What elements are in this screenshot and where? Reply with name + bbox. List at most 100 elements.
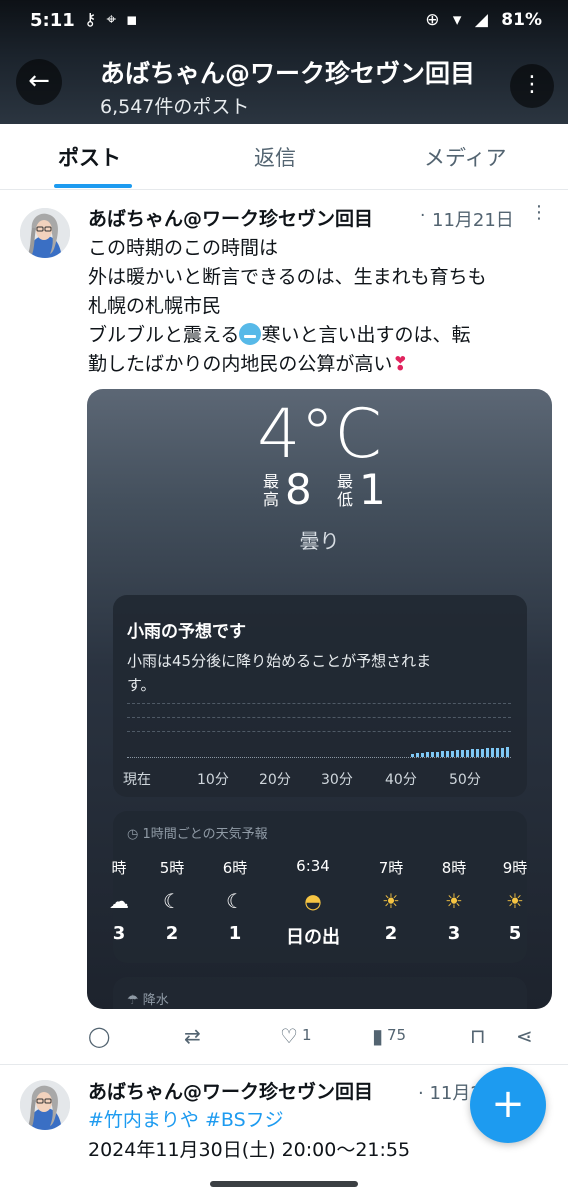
view-count: 75 xyxy=(387,1026,407,1044)
sun-icon: ☀ xyxy=(382,889,400,913)
tweet-line: ブルブルと震える 寒いと言い出すのは、転 xyxy=(88,321,558,350)
share-button[interactable]: ⋖ xyxy=(516,1024,533,1048)
hour-column: 時 ☁ 3 xyxy=(89,857,149,944)
hourly-title-text: 1時間ごとの天気予報 xyxy=(142,827,268,842)
hourly-title: ◷ 1時間ごとの天気予報 xyxy=(127,823,268,842)
more-button[interactable]: ⋮ xyxy=(510,64,554,108)
status-left-icons: ⚷⌖▪ xyxy=(84,10,148,30)
moon-stars-icon: ☾ xyxy=(163,889,181,913)
rain-intensity-bar xyxy=(476,749,479,757)
compose-button[interactable]: + xyxy=(470,1067,546,1143)
tab-indicator xyxy=(54,184,132,188)
tick-label: 現在 xyxy=(123,772,151,788)
sun-cloud-icon: ☀ xyxy=(506,889,524,913)
location-icon: ⌖ xyxy=(106,10,127,30)
tick-label: 30分 xyxy=(321,772,353,788)
views-icon: ▮ xyxy=(372,1024,384,1048)
like-button[interactable]: ♡ 1 xyxy=(280,1024,311,1048)
low-temperature: 1 xyxy=(359,465,386,514)
tweet-date[interactable]: 11月21日 xyxy=(432,206,514,232)
rain-intensity-bar xyxy=(451,751,454,757)
precipitation-title: ☂ 降水 xyxy=(127,989,169,1008)
moon-cloud-icon: ☁ xyxy=(109,889,129,913)
profile-tabs: ポスト 返信 メディア xyxy=(0,124,568,190)
back-button[interactable]: ← xyxy=(16,59,62,105)
rain-intensity-bars xyxy=(411,747,511,757)
rain-description: 小雨は45分後に降り始めることが予想されます。 xyxy=(127,652,432,694)
rain-intensity-bar xyxy=(446,751,449,757)
tweet-text-segment: ブルブルと震える xyxy=(88,324,240,346)
rain-intensity-bar xyxy=(506,747,509,757)
hour-column: 6時 ☾ 1 xyxy=(205,857,265,944)
hour-time: 時 xyxy=(111,859,127,877)
hour-time: 6時 xyxy=(222,859,248,877)
tweet-author[interactable]: あばちゃん@ワーク珍セヴン回目 xyxy=(88,204,373,231)
rain-intensity-bar xyxy=(441,751,444,757)
screen: 5:11 ⚷⌖▪ ⊕ ▾ ◢ 81% ← あばちゃん@ワーク珍セヴン回目 6,5… xyxy=(0,0,568,1199)
hour-time: 7時 xyxy=(378,859,404,877)
hour-value: 日の出 xyxy=(286,927,340,948)
high-temperature: 8 xyxy=(285,465,312,514)
tweet-text-segment: 勤したばかりの内地民の公算が高い xyxy=(88,353,393,375)
hour-value: 3 xyxy=(447,923,461,944)
tweet-more-icon[interactable]: ⋮ xyxy=(530,202,548,223)
rain-intensity-bar xyxy=(456,750,459,757)
rain-intensity-bar xyxy=(416,753,419,757)
grid-line xyxy=(127,703,511,704)
avatar[interactable] xyxy=(20,208,70,258)
profile-header: 5:11 ⚷⌖▪ ⊕ ▾ ◢ 81% ← あばちゃん@ワーク珍セヴン回目 6,5… xyxy=(0,0,568,124)
gesture-bar[interactable] xyxy=(210,1181,358,1187)
tweet-text: 2024年11月30日(土) 20:00〜21:55 xyxy=(88,1139,411,1161)
rain-intensity-bar xyxy=(421,753,424,757)
status-bar: 5:11 ⚷⌖▪ ⊕ ▾ ◢ 81% xyxy=(0,0,568,44)
tweet-divider xyxy=(0,1064,568,1065)
rain-intensity-bar xyxy=(436,752,439,757)
post-count: 6,547件のポスト xyxy=(100,96,250,118)
precipitation-card: ☂ 降水 xyxy=(113,977,527,1009)
hour-time: 9時 xyxy=(502,859,528,877)
rain-intensity-bar xyxy=(411,754,414,757)
tab-media[interactable]: メディア xyxy=(424,142,507,172)
sun-icon: ☀ xyxy=(445,889,463,913)
hour-value: 2 xyxy=(165,923,179,944)
tweet-line: この時期のこの時間は xyxy=(88,237,279,259)
hour-time: 6:34 xyxy=(296,857,330,875)
grid-line xyxy=(127,717,511,718)
avatar[interactable] xyxy=(20,1080,70,1130)
hour-column: 7時 ☀ 2 xyxy=(361,857,421,944)
retweet-button[interactable]: ⇄ xyxy=(184,1024,201,1048)
views-button[interactable]: ▮ 75 xyxy=(372,1024,406,1048)
message-icon: ▪ xyxy=(126,10,148,30)
bookmark-icon: ⊓ xyxy=(470,1024,486,1048)
tweet-image[interactable]: 4°C 最高 8 最低 1 曇り 小雨の予想です 小雨は45分後に降り始めること… xyxy=(87,389,552,1009)
hour-value: 2 xyxy=(384,923,398,944)
tweet-hashtags[interactable]: #竹内まりや #BSフジ xyxy=(88,1105,284,1132)
heart-icon: ♡ xyxy=(280,1024,298,1048)
hour-time: 5時 xyxy=(159,859,185,877)
rain-intensity-bar xyxy=(491,748,494,757)
battery-level: 81% xyxy=(501,10,542,30)
wifi-icon: ▾ xyxy=(452,10,462,30)
tweet-actions: ◯ ⇄ ♡ 1 ▮ 75 ⊓ ⋖ xyxy=(0,1024,568,1054)
reply-button[interactable]: ◯ xyxy=(88,1024,110,1048)
more-vertical-icon: ⋮ xyxy=(521,72,543,97)
clock-icon: ◷ xyxy=(127,827,139,842)
share-icon: ⋖ xyxy=(516,1024,533,1048)
tab-posts[interactable]: ポスト xyxy=(58,142,121,172)
tweet-separator: · xyxy=(420,206,426,226)
hour-column: 5時 ☾ 2 xyxy=(142,857,202,944)
sunrise-icon: ◓ xyxy=(304,889,322,913)
rain-intensity-bar xyxy=(466,750,469,757)
bookmark-button[interactable]: ⊓ xyxy=(470,1024,486,1048)
profile-name: あばちゃん@ワーク珍セヴン回目 xyxy=(100,59,476,88)
retweet-icon: ⇄ xyxy=(184,1024,201,1048)
tweet-line: 札幌の札幌市民 xyxy=(88,295,222,317)
tab-replies[interactable]: 返信 xyxy=(254,142,296,172)
rain-intensity-bar xyxy=(481,749,484,757)
status-time: 5:11 xyxy=(30,10,75,31)
keyhole-icon: ⚷ xyxy=(84,10,107,30)
tweet-author[interactable]: あばちゃん@ワーク珍セヴン回目 xyxy=(88,1077,418,1104)
rain-forecast-card: 小雨の予想です 小雨は45分後に降り始めることが予想されます。 現在 10分 2… xyxy=(113,595,527,797)
tweet-text: この時期のこの時間は 外は暖かいと断言できるのは、生まれも育ちも 札幌の札幌市民… xyxy=(88,234,558,379)
signal-icon: ◢ xyxy=(474,10,488,30)
